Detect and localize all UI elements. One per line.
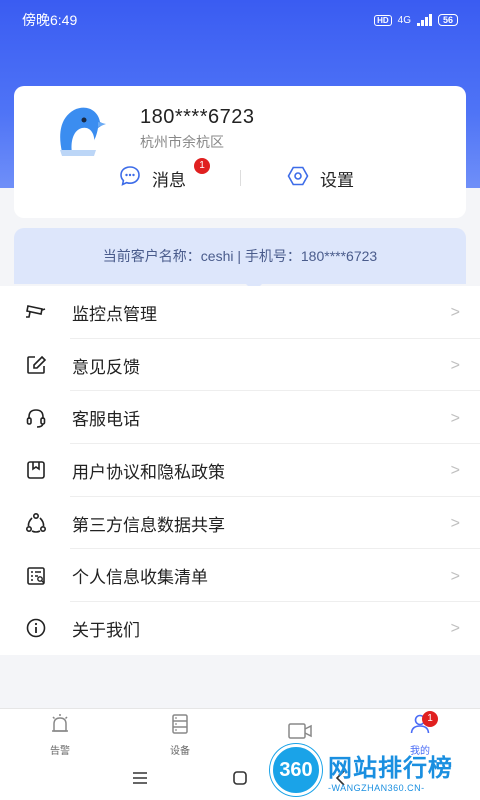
menu-item-feedback[interactable]: 意见反馈 >: [0, 339, 480, 392]
alarm-icon: [49, 713, 71, 740]
menu-label: 用户协议和隐私政策: [72, 462, 225, 482]
status-time: 傍晚6:49: [22, 12, 78, 28]
watermark-title: 网站排行榜: [328, 754, 453, 782]
menu-item-monitor-points[interactable]: 监控点管理 >: [0, 286, 480, 339]
customer-info-strip: 当前客户名称：ceshi | 手机号：180****6723: [14, 228, 466, 284]
user-district: 杭州市余杭区: [140, 134, 224, 150]
profile-card: 180****6723 杭州市余杭区 消息 1 设置: [14, 86, 466, 218]
network-type: 4G: [397, 14, 411, 26]
watermark-circle: 360: [270, 744, 322, 796]
headset-icon: [24, 406, 48, 430]
edit-icon: [24, 353, 48, 377]
chevron-right-icon: >: [450, 620, 460, 638]
tab-alarm[interactable]: 告警: [0, 709, 120, 760]
status-bar: 傍晚6:49 HD 4G 56: [0, 0, 480, 40]
menu-label: 第三方信息数据共享: [72, 515, 225, 535]
battery-icon: 56: [437, 14, 458, 26]
chevron-right-icon: >: [450, 357, 460, 375]
tab-devices[interactable]: 设备: [120, 709, 240, 760]
watermark-subtitle: -WANGZHAN360.CN-: [328, 782, 425, 793]
settings-button[interactable]: 设置: [286, 164, 354, 193]
info-icon: [24, 616, 48, 640]
menu-item-about-us[interactable]: 关于我们 >: [0, 602, 480, 655]
chevron-right-icon: >: [450, 567, 460, 585]
menu-item-customer-service[interactable]: 客服电话 >: [0, 391, 480, 444]
menu-label: 客服电话: [72, 410, 140, 430]
watermark-logo: 360 网站排行榜 -WANGZHAN360.CN-: [270, 740, 480, 800]
menu-label: 关于我们: [72, 620, 140, 640]
home-nav-button[interactable]: [230, 770, 250, 790]
menu-label: 个人信息收集清单: [72, 568, 208, 588]
menu-label: 监控点管理: [72, 304, 157, 324]
menu-item-third-party-sharing[interactable]: 第三方信息数据共享 >: [0, 497, 480, 550]
menu-item-privacy-policy[interactable]: 用户协议和隐私政策 >: [0, 444, 480, 497]
menu-label: 意见反馈: [72, 357, 140, 377]
device-icon: [169, 713, 191, 740]
quick-divider: [240, 170, 241, 186]
tab-label: 告警: [50, 745, 70, 757]
menu-icon: [132, 771, 148, 790]
message-icon: [118, 164, 142, 193]
menu-list: 监控点管理 > 意见反馈 > 客服电话 > 用户协议和隐私政策 > 第三方信息数…: [0, 286, 480, 655]
tab-badge: 1: [422, 711, 438, 727]
chevron-right-icon: >: [450, 515, 460, 533]
menu-item-personal-info-list[interactable]: 个人信息收集清单 >: [0, 549, 480, 602]
signal-icon: [416, 14, 432, 26]
home-icon: [232, 770, 248, 791]
bookmark-icon: [24, 458, 48, 482]
share-icon: [24, 511, 48, 535]
user-phone: 180****6723: [140, 106, 255, 128]
list-icon: [24, 564, 48, 588]
watermark-text: 网站排行榜 -WANGZHAN360.CN-: [328, 748, 453, 793]
chevron-right-icon: >: [450, 409, 460, 427]
messages-button[interactable]: 消息 1: [118, 158, 210, 193]
tab-label: 设备: [170, 745, 190, 757]
hd-icon: HD: [374, 14, 392, 26]
avatar[interactable]: [50, 100, 110, 160]
menu-nav-button[interactable]: [130, 770, 150, 790]
messages-label: 消息: [152, 171, 186, 190]
messages-badge: 1: [194, 158, 210, 174]
status-icons: HD 4G 56: [374, 14, 458, 26]
chevron-right-icon: >: [450, 462, 460, 480]
settings-icon: [286, 164, 310, 193]
settings-label: 设置: [320, 171, 354, 190]
chevron-right-icon: >: [450, 304, 460, 322]
camera-icon: [24, 300, 48, 324]
